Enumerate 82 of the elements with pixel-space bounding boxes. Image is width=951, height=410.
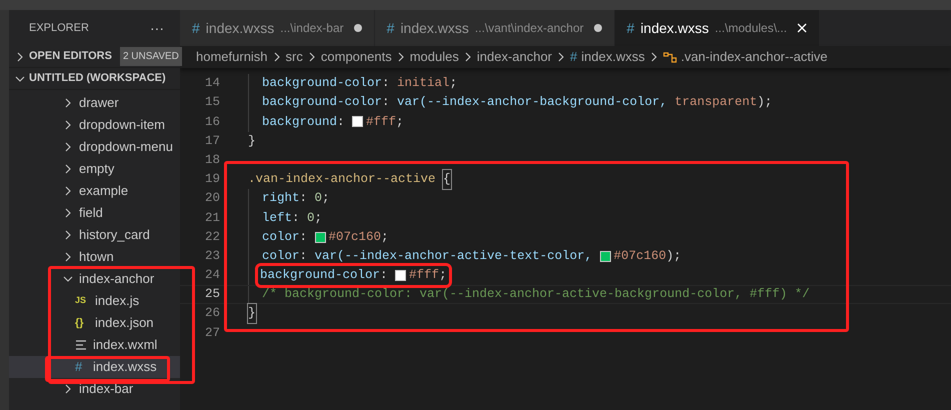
code-line: .van-index-anchor--active { xyxy=(248,170,451,189)
code-line: } xyxy=(248,304,256,324)
js-file-icon: JS xyxy=(75,294,89,308)
tab-label: index.wxss xyxy=(400,18,469,38)
folder-item[interactable]: empty xyxy=(9,158,180,180)
tab-label: index.wxss xyxy=(206,18,274,38)
line-number: 14 xyxy=(204,75,220,92)
code-line: background-color: #fff; xyxy=(258,266,449,285)
folder-item[interactable]: field xyxy=(9,202,180,224)
section-label: UNTITLED (WORKSPACE) xyxy=(29,71,166,86)
folder-item[interactable]: htown xyxy=(9,246,180,268)
close-icon[interactable] xyxy=(796,23,807,33)
breadcrumb-item[interactable]: homefurnish xyxy=(196,47,268,67)
code-line: } xyxy=(248,132,256,150)
line-number: 24 xyxy=(204,267,220,284)
lines-icon xyxy=(75,340,87,350)
hash-icon: # xyxy=(570,47,578,67)
file-item[interactable]: {} index.json xyxy=(9,312,180,334)
tab-path: ...\vant\index-anchor xyxy=(474,20,584,37)
chevron-right-icon xyxy=(462,52,473,62)
tab-path: ...\index-bar xyxy=(280,20,344,37)
file-item[interactable]: index.wxml xyxy=(9,334,180,356)
hash-icon: # xyxy=(75,357,87,377)
unsaved-badge: 2 UNSAVED xyxy=(120,47,182,66)
editor-tab[interactable]: # index.wxss ...\modules\... xyxy=(614,10,820,46)
line-number: 19 xyxy=(204,171,220,188)
code-line: color: var(--index-anchor-active-text-color, #07c160); xyxy=(262,248,682,265)
chevron-right-icon xyxy=(648,52,659,62)
line-number: 27 xyxy=(204,324,220,342)
braces-icon: {} xyxy=(75,314,89,332)
code-line: background: #fff; xyxy=(262,114,404,131)
folder-item[interactable]: example xyxy=(9,180,180,202)
folder-item[interactable]: dropdown-menu xyxy=(9,136,180,158)
color-swatch[interactable] xyxy=(314,232,326,243)
folder-item[interactable]: dropdown-item xyxy=(9,114,180,136)
line-number: 21 xyxy=(204,210,220,227)
line-number: 25 xyxy=(204,286,220,304)
line-number: 26 xyxy=(204,305,220,322)
chevron-right-icon xyxy=(556,52,566,62)
code-line: /* background-color: var(--index-anchor-active-background-color, #fff) */ xyxy=(262,286,810,304)
hash-icon: # xyxy=(386,18,394,38)
chevron-right-icon xyxy=(272,52,282,62)
color-swatch[interactable] xyxy=(352,116,364,128)
hash-icon: # xyxy=(626,18,634,38)
line-number: 23 xyxy=(204,248,220,265)
line-number: 18 xyxy=(204,152,220,169)
section-header[interactable]: OPEN EDITORS 2 UNSAVED xyxy=(9,46,180,68)
chevron-right-icon xyxy=(396,52,406,62)
color-swatch[interactable] xyxy=(395,270,406,281)
tab-path: ...\modules\... xyxy=(714,20,787,37)
line-number: 17 xyxy=(204,132,220,150)
editor-tab[interactable]: # index.wxss ...\index-bar xyxy=(180,10,375,46)
folder-item[interactable]: history_card xyxy=(9,224,180,246)
code-line: left: 0; xyxy=(262,210,322,227)
folder-item[interactable]: drawer xyxy=(9,92,180,114)
section-header[interactable]: UNTITLED (WORKSPACE) xyxy=(9,68,180,90)
breadcrumb-item[interactable]: src xyxy=(286,47,303,67)
editor-tab[interactable]: # index.wxss ...\vant\index-anchor xyxy=(374,10,615,46)
breadcrumb-item[interactable]: index.wxss xyxy=(581,47,645,67)
symbol-icon xyxy=(662,51,677,63)
color-swatch[interactable] xyxy=(600,250,611,262)
breadcrumb-item[interactable]: .van-index-anchor--active xyxy=(680,47,828,67)
sidebar-title: EXPLORER xyxy=(29,20,89,36)
line-number: 22 xyxy=(204,228,220,246)
line-number: 20 xyxy=(204,190,220,208)
hash-icon: # xyxy=(192,18,200,38)
code-line: color: #07c160; xyxy=(262,228,389,246)
chevron-right-icon xyxy=(306,52,317,62)
section-label: OPEN EDITORS xyxy=(29,49,112,64)
line-number: 16 xyxy=(204,114,220,131)
more-actions-button[interactable]: ··· xyxy=(150,18,164,38)
code-line: background-color: initial; xyxy=(262,75,458,92)
folder-item[interactable]: index-anchor xyxy=(9,268,180,290)
code-line: right: 0; xyxy=(262,190,330,208)
file-item[interactable]: JS index.js xyxy=(9,290,180,312)
breadcrumb-item[interactable]: modules xyxy=(410,47,459,67)
breadcrumb-item[interactable]: components xyxy=(320,47,392,67)
tab-label: index.wxss xyxy=(640,18,709,38)
breadcrumb-item[interactable]: index-anchor xyxy=(476,47,552,67)
code-line: background-color: var(--index-anchor-background-color, transparent); xyxy=(262,94,772,112)
folder-item[interactable]: index-bar xyxy=(9,378,180,400)
line-number: 15 xyxy=(204,94,220,112)
